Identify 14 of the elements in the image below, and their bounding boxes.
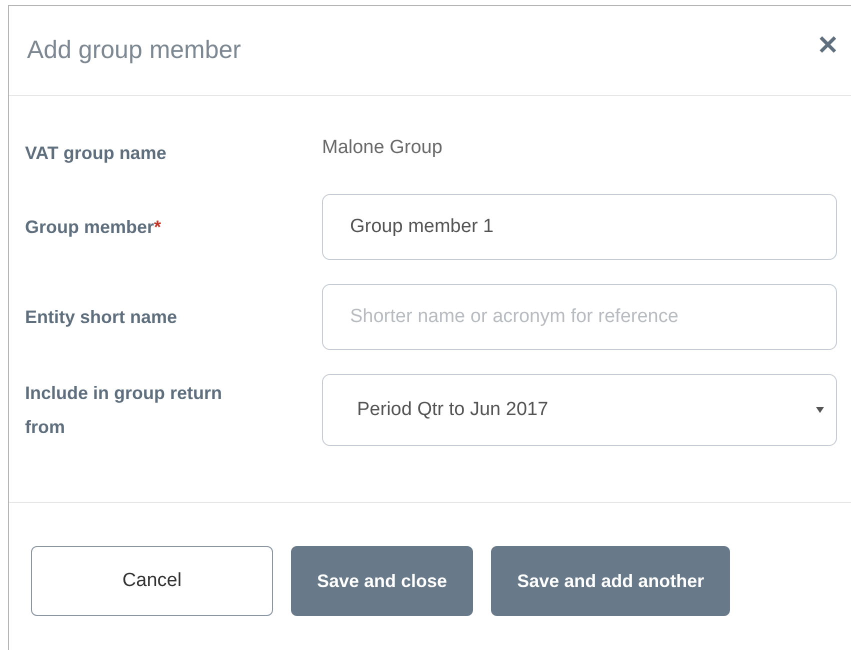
field-label: Group member*: [25, 216, 162, 239]
dropdown-field[interactable]: Period Qtr to Jun 2017: [322, 374, 837, 446]
caret-icon: [816, 407, 824, 413]
field-label: Include in group return from: [25, 382, 223, 439]
primary-button[interactable]: Save and add another: [491, 546, 730, 616]
close-button[interactable]: ✕: [817, 26, 839, 65]
text-field[interactable]: Shorter name or acronym for reference: [322, 284, 837, 350]
field-label: VAT group name: [25, 142, 166, 165]
cancel-button[interactable]: Cancel: [31, 546, 273, 616]
text-field[interactable]: Group member 1: [322, 194, 837, 260]
dialog-title: Add group member: [27, 34, 242, 66]
primary-button[interactable]: Save and close: [291, 546, 474, 616]
field-value: Malone Group: [322, 136, 442, 160]
field-label: Entity short name: [25, 306, 178, 329]
